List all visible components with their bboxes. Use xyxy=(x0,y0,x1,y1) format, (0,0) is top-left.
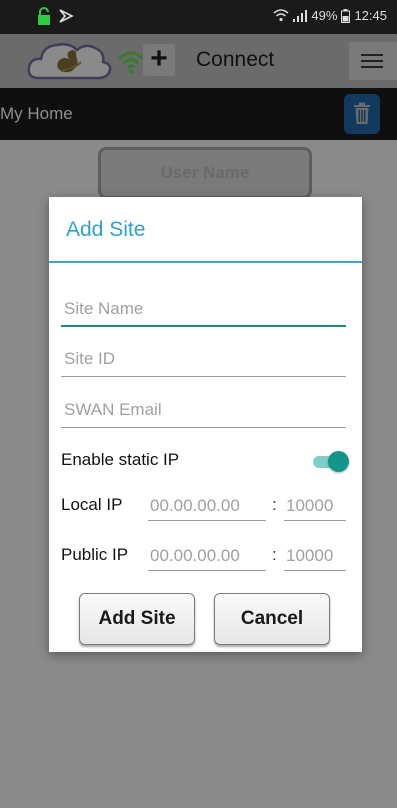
swan-logo-icon xyxy=(27,42,112,80)
status-right: 49% 12:45 xyxy=(273,8,387,23)
cell-signal-icon xyxy=(293,9,308,22)
local-port-placeholder: 10000 xyxy=(286,496,334,515)
add-site-dialog: Add Site Site Name Site ID SWAN Email En… xyxy=(49,197,362,652)
delete-site-button[interactable] xyxy=(344,94,380,134)
local-ip-input[interactable]: 00.00.00.00 xyxy=(148,493,266,521)
swan-email-input[interactable]: SWAN Email xyxy=(61,396,346,428)
public-port-input[interactable]: 10000 xyxy=(284,543,346,571)
public-ip-input[interactable]: 00.00.00.00 xyxy=(148,543,266,571)
app-toolbar: + Connect xyxy=(0,34,397,88)
site-name-input[interactable]: Site Name xyxy=(61,295,346,327)
status-bar: 49% 12:45 xyxy=(0,0,397,34)
public-ip-label: Public IP xyxy=(61,545,129,564)
dialog-title: Add Site xyxy=(66,218,146,241)
battery-percent: 49% xyxy=(311,8,338,23)
local-ip-label: Local IP xyxy=(61,495,123,514)
local-port-input[interactable]: 10000 xyxy=(284,493,346,521)
notification-flag-icon xyxy=(59,9,74,23)
add-site-button[interactable]: Add Site xyxy=(79,593,195,645)
menu-button[interactable] xyxy=(349,42,397,80)
site-id-placeholder: Site ID xyxy=(64,349,116,368)
connect-button[interactable]: Connect xyxy=(196,48,274,72)
hamburger-icon xyxy=(361,54,383,56)
site-name-placeholder: Site Name xyxy=(64,299,144,318)
site-header: My Home xyxy=(0,88,397,140)
unlocked-icon xyxy=(38,7,50,25)
dialog-title-divider xyxy=(49,261,362,263)
cancel-button[interactable]: Cancel xyxy=(214,593,330,645)
static-ip-label: Enable static IP xyxy=(61,450,180,469)
plus-icon: + xyxy=(150,42,168,75)
public-port-placeholder: 10000 xyxy=(286,546,334,565)
local-ip-colon: : xyxy=(272,495,277,514)
clock: 12:45 xyxy=(354,8,387,23)
wifi-signal-icon xyxy=(273,9,289,22)
add-button[interactable]: + xyxy=(143,44,175,76)
static-ip-toggle[interactable] xyxy=(311,450,349,472)
site-id-input[interactable]: Site ID xyxy=(61,345,346,377)
app-screen: 49% 12:45 + Connect My Home User Name Ad… xyxy=(0,0,397,808)
public-ip-colon: : xyxy=(272,545,277,564)
user-name-button[interactable]: User Name xyxy=(98,147,312,199)
swan-email-placeholder: SWAN Email xyxy=(64,400,162,419)
battery-icon xyxy=(341,8,351,23)
local-ip-placeholder: 00.00.00.00 xyxy=(150,496,240,515)
public-ip-placeholder: 00.00.00.00 xyxy=(150,546,240,565)
trash-icon xyxy=(354,102,370,124)
wifi-status-icon xyxy=(117,51,145,74)
site-title: My Home xyxy=(0,104,73,123)
